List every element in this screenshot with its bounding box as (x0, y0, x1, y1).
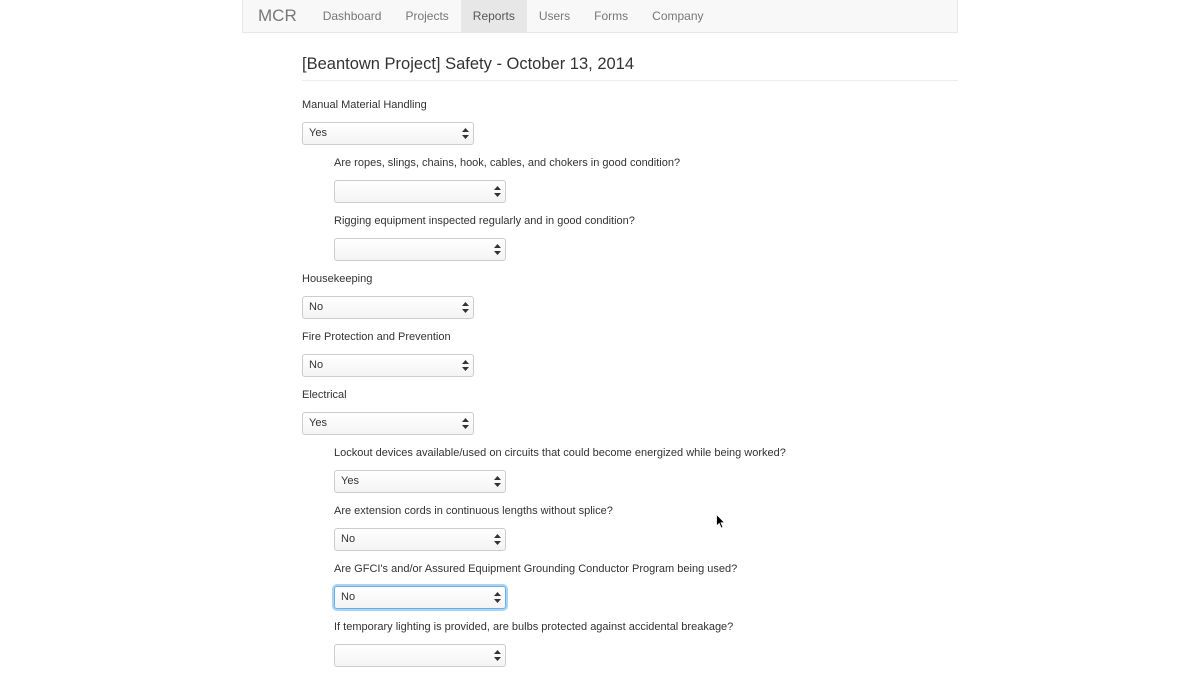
select-arrows-icon (462, 128, 469, 139)
field-label: Electrical (302, 389, 347, 401)
mouse-pointer-icon (716, 514, 726, 529)
field-label: Housekeeping (302, 273, 373, 285)
title-divider (302, 80, 958, 81)
select-arrows-icon (494, 476, 501, 487)
nav-reports[interactable]: Reports (460, 0, 527, 32)
lockout-devices-select[interactable]: Yes (334, 470, 506, 493)
form-field: Fire Protection and Prevention No (302, 331, 474, 377)
select-value: Yes (309, 127, 327, 139)
form-field: Lockout devices available/used on circui… (334, 447, 786, 493)
page-title: [Beantown Project] Safety - October 13, … (302, 55, 635, 73)
select-value: Yes (341, 475, 359, 487)
electrical-select[interactable]: Yes (302, 412, 474, 435)
select-arrows-icon (462, 360, 469, 371)
ropes-slings-condition-select[interactable] (334, 180, 506, 203)
select-value: No (309, 301, 324, 313)
form-field: Housekeeping No (302, 273, 474, 319)
field-label: Rigging equipment inspected regularly an… (334, 215, 635, 227)
form-field: Manual Material Handling Yes (302, 99, 474, 145)
select-value: No (341, 533, 356, 545)
manual-material-handling-select[interactable]: Yes (302, 122, 474, 145)
top-navbar: MCR Dashboard Projects Reports Users For… (242, 0, 958, 33)
brand-logo[interactable]: MCR (243, 0, 311, 32)
form-field: Are GFCI's and/or Assured Equipment Grou… (334, 563, 737, 609)
select-value: Yes (309, 417, 327, 429)
field-label: Lockout devices available/used on circui… (334, 447, 786, 459)
select-arrows-icon (494, 534, 501, 545)
fire-protection-select[interactable]: No (302, 354, 474, 377)
rigging-equipment-select[interactable] (334, 238, 506, 261)
nav-projects[interactable]: Projects (393, 0, 460, 32)
nav-company[interactable]: Company (640, 0, 715, 32)
gfci-program-select[interactable]: No (334, 586, 506, 609)
field-label: If temporary lighting is provided, are b… (334, 621, 734, 633)
select-arrows-icon (462, 302, 469, 313)
select-arrows-icon (494, 650, 501, 661)
field-label: Are extension cords in continuous length… (334, 505, 613, 517)
form-field: Electrical Yes (302, 389, 474, 435)
nav-dashboard[interactable]: Dashboard (311, 0, 394, 32)
select-arrows-icon (494, 186, 501, 197)
field-label: Are ropes, slings, chains, hook, cables,… (334, 157, 681, 169)
form-field: If temporary lighting is provided, are b… (334, 621, 733, 667)
housekeeping-select[interactable]: No (302, 296, 474, 319)
select-arrows-icon (494, 244, 501, 255)
select-value: No (309, 359, 324, 371)
select-arrows-icon (494, 592, 501, 603)
select-arrows-icon (462, 418, 469, 429)
form-field: Rigging equipment inspected regularly an… (334, 215, 635, 261)
form-field: Are extension cords in continuous length… (334, 505, 613, 551)
field-label: Manual Material Handling (302, 99, 427, 111)
form-field: Are ropes, slings, chains, hook, cables,… (334, 157, 680, 203)
field-label: Are GFCI's and/or Assured Equipment Grou… (334, 563, 738, 575)
extension-cords-select[interactable]: No (334, 528, 506, 551)
field-label: Fire Protection and Prevention (302, 331, 451, 343)
nav-forms[interactable]: Forms (582, 0, 640, 32)
temporary-lighting-select[interactable] (334, 644, 506, 667)
select-value: No (341, 591, 356, 603)
nav-users[interactable]: Users (527, 0, 582, 32)
